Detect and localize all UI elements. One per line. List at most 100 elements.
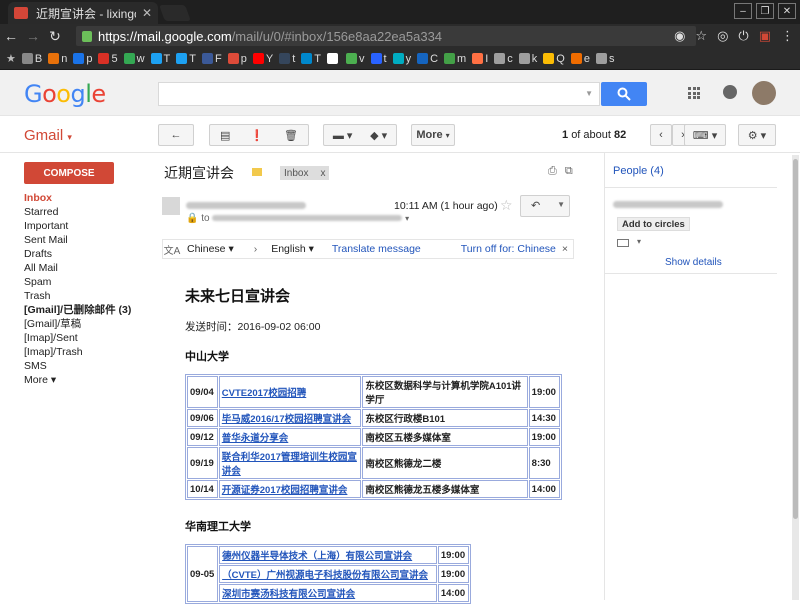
recipients-line[interactable]: 🔒 to ▾ <box>186 213 409 224</box>
menu-icon[interactable]: ⋮ <box>781 28 794 44</box>
bookmark-item[interactable]: F <box>202 53 222 65</box>
sidebar-item[interactable]: Drafts <box>24 247 144 261</box>
bookmark-item[interactable]: s <box>595 53 614 65</box>
bookmark-item[interactable]: Q <box>543 53 565 65</box>
sidebar-item[interactable]: Starred <box>24 205 144 219</box>
sidebar-item[interactable]: [Gmail]/已删除邮件 (3) <box>24 303 144 317</box>
bookmark-item[interactable]: t <box>370 53 387 65</box>
compose-button[interactable]: COMPOSE <box>24 162 114 184</box>
source-language-select[interactable]: Chinese ▾ <box>187 243 234 255</box>
bookmark-item[interactable]: p <box>73 53 92 65</box>
bookmark-item[interactable]: v <box>346 53 365 65</box>
remove-label-icon[interactable]: x <box>320 168 325 179</box>
bookmark-item[interactable]: m <box>444 53 466 65</box>
new-tab-button[interactable] <box>159 5 191 21</box>
close-translate-icon[interactable]: × <box>562 243 568 255</box>
extension-icon[interactable]: ◎ <box>717 28 728 44</box>
event-link[interactable]: 普华永道分享会 <box>218 428 362 446</box>
bookmark-item[interactable]: k <box>518 53 537 65</box>
bookmark-item[interactable]: c <box>494 53 513 65</box>
google-logo[interactable]: Google <box>24 80 106 108</box>
bookmark-item[interactable]: C <box>417 53 438 65</box>
browser-tab[interactable]: 近期宣讲会 - lixingcor ✕ <box>8 2 158 24</box>
event-link[interactable]: 德州仪器半导体技术（上海）有限公司宣讲会 <box>219 546 437 564</box>
tab-close-icon[interactable]: ✕ <box>142 6 152 20</box>
bookmark-item[interactable]: I <box>472 53 488 65</box>
delete-icon[interactable]: 🗑 <box>284 129 298 142</box>
reload-icon[interactable]: ↻ <box>44 28 66 45</box>
event-link[interactable]: 联合利华2017管理培训生校园宣讲会 <box>218 447 362 479</box>
target-language-select[interactable]: English ▾ <box>271 243 314 255</box>
sender-name-redacted[interactable] <box>186 200 306 212</box>
gmail-menu[interactable]: Gmail ▾ <box>24 127 72 144</box>
labels-icon[interactable]: ◆ ▾ <box>370 129 387 142</box>
input-tools-button[interactable]: ⌨ ▾ <box>684 124 726 146</box>
move-to-folder-icon[interactable]: ▬ ▾ <box>333 129 353 142</box>
sidebar-item[interactable]: [Imap]/Trash <box>24 345 144 359</box>
bookmark-item[interactable]: 5 <box>98 53 118 65</box>
bookmark-item[interactable]: n <box>48 53 67 65</box>
bookmark-item[interactable]: B <box>21 53 42 65</box>
close-window-icon[interactable]: ✕ <box>778 3 796 19</box>
sidebar-item[interactable]: All Mail <box>24 261 144 275</box>
add-to-circles-button[interactable]: Add to circles <box>617 217 690 231</box>
search-input[interactable]: ▼ <box>158 82 600 106</box>
more-button[interactable]: More ▾ <box>411 124 455 146</box>
sidebar-item[interactable]: More ▾ <box>24 373 144 387</box>
important-marker-icon[interactable] <box>252 168 262 176</box>
forward-icon[interactable]: → <box>22 28 44 44</box>
restore-icon[interactable]: ❐ <box>756 3 774 19</box>
sidebar-item[interactable]: Inbox <box>24 191 144 205</box>
search-options-icon[interactable]: ▼ <box>585 89 593 98</box>
eye-icon[interactable]: ◉ <box>674 28 685 44</box>
address-bar[interactable]: https://mail.google.com/mail/u/0/#inbox/… <box>76 26 696 46</box>
back-icon[interactable]: ← <box>0 28 22 44</box>
apps-grid-icon[interactable] <box>688 87 700 99</box>
star-icon[interactable]: ☆ <box>500 197 513 214</box>
scrollbar-thumb[interactable] <box>793 159 798 519</box>
more-actions-icon[interactable]: ▼ <box>557 200 565 209</box>
event-link[interactable]: 开源证券2017校园招聘宣讲会 <box>218 480 362 498</box>
sidebar-item[interactable]: Sent Mail <box>24 233 144 247</box>
print-icon[interactable]: ⎙ <box>548 165 557 178</box>
new-window-icon[interactable]: ⧉ <box>565 165 573 178</box>
show-details-link[interactable]: Show details <box>665 257 722 268</box>
back-to-inbox-button[interactable]: ← <box>158 124 194 146</box>
settings-button[interactable]: ⚙ ▾ <box>738 124 776 146</box>
notifications-icon[interactable] <box>723 85 737 99</box>
sidebar-item[interactable]: Important <box>24 219 144 233</box>
sidebar-item[interactable]: Spam <box>24 275 144 289</box>
bookmark-item[interactable]: Y <box>252 53 273 65</box>
page-scrollbar[interactable] <box>792 155 799 600</box>
sidebar-item[interactable]: SMS <box>24 359 144 373</box>
event-link[interactable]: 深圳市赛汤科技有限公司宣讲会 <box>219 584 437 602</box>
newer-button[interactable]: ‹ <box>650 124 672 146</box>
bookmark-star-icon[interactable]: ☆ <box>695 28 707 44</box>
email-contact-icon[interactable] <box>617 239 629 247</box>
report-spam-icon[interactable]: ❗ <box>250 129 264 142</box>
turn-off-translate-link[interactable]: Turn off for: Chinese <box>461 243 556 255</box>
gmail-extension-icon[interactable]: ▣ <box>759 28 771 44</box>
event-link[interactable]: CVTE2017校园招聘 <box>218 376 362 408</box>
sidebar-item[interactable]: Trash <box>24 289 144 303</box>
bookmark-item[interactable]: T <box>176 53 196 65</box>
bookmark-item[interactable]: w <box>123 53 145 65</box>
bookmark-item[interactable] <box>327 53 340 64</box>
bookmark-item[interactable]: p <box>227 53 247 65</box>
details-caret-icon[interactable]: ▾ <box>405 214 409 223</box>
bookmark-item[interactable]: e <box>570 53 590 65</box>
minimize-icon[interactable]: – <box>734 3 752 19</box>
power-icon[interactable]: ⏻ <box>738 28 748 44</box>
bookmark-item[interactable]: T <box>301 53 321 65</box>
translate-message-link[interactable]: Translate message <box>332 243 421 255</box>
sidebar-item[interactable]: [Imap]/Sent <box>24 331 144 345</box>
bookmark-item[interactable]: y <box>392 53 411 65</box>
reply-button[interactable]: ↶ ▼ <box>520 195 570 217</box>
event-link[interactable]: 毕马威2016/17校园招聘宣讲会 <box>218 409 362 427</box>
search-button[interactable] <box>601 82 647 106</box>
bookmark-item[interactable]: T <box>150 53 170 65</box>
event-link[interactable]: （CVTE）广州视源电子科技股份有限公司宣讲会 <box>219 565 437 583</box>
bookmark-item[interactable]: t <box>279 53 295 65</box>
sidebar-item[interactable]: [Gmail]/草稿 <box>24 317 144 331</box>
contact-dropdown-icon[interactable]: ▾ <box>637 237 641 246</box>
